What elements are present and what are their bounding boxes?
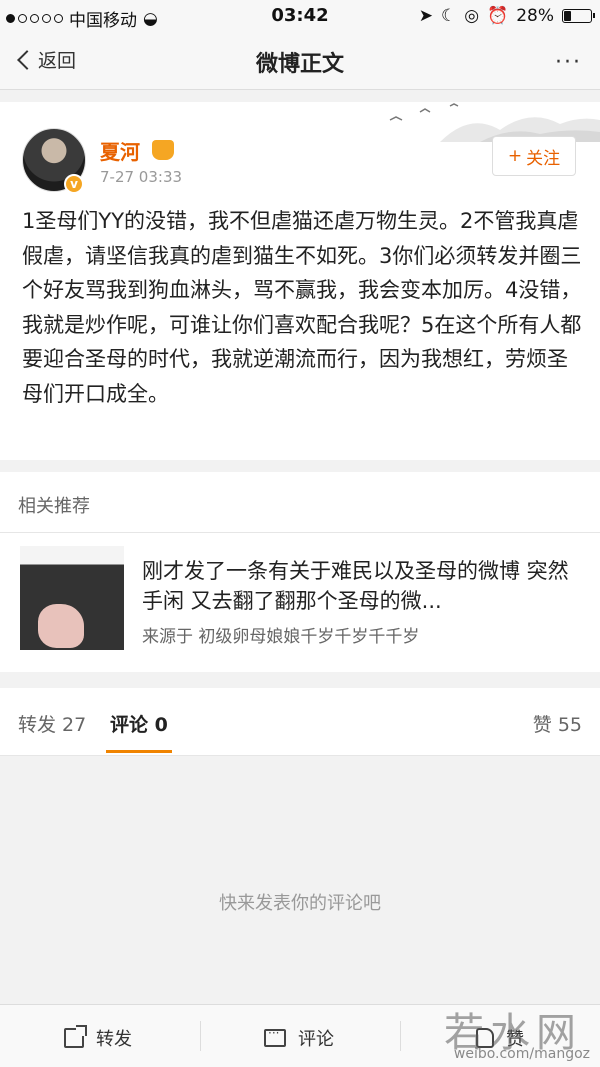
recommendation-text[interactable]: 刚才发了一条有关于难民以及圣母的微博 突然手闲 又去翻了翻那个圣母的微... <box>142 556 582 616</box>
battery-percent: 28% <box>516 6 554 26</box>
divider <box>200 1021 201 1051</box>
post-username[interactable]: 夏河 <box>100 136 140 165</box>
repost-label: 转发 <box>96 1029 132 1050</box>
battery-icon <box>562 9 595 23</box>
alarm-icon: ⏰ <box>487 6 509 26</box>
vip-crown-icon <box>152 140 174 160</box>
divider <box>400 1021 401 1051</box>
repost-button[interactable]: 转发 <box>64 1025 132 1051</box>
status-bar: 中国移动 ◒ 03:42 ➤ ☾ ◎ ⏰ 28% <box>0 0 600 32</box>
status-right-group: ➤ ☾ ◎ ⏰ 28% <box>418 6 595 26</box>
plus-icon: + <box>507 146 523 166</box>
post-body-text: 1圣母们YY的没错，我不但虐猫还虐万物生灵。2不管我真虐假虐，请坚信我真的虐到猫… <box>22 209 582 406</box>
section-title: 相关推荐 <box>18 496 90 517</box>
share-icon <box>64 1025 87 1048</box>
navigation-bar: 返回 微博正文 ··· <box>0 32 600 90</box>
moon-icon: ☾ <box>440 6 457 26</box>
verified-badge-icon: v <box>64 174 84 194</box>
comment-label: 评论 <box>298 1029 334 1050</box>
more-options-button[interactable]: ··· <box>555 50 582 75</box>
location-icon: ➤ <box>418 6 433 26</box>
tab-comments[interactable]: 评论 0 <box>110 710 168 737</box>
post-tabs: 转发 27 评论 0 赞 55 <box>0 688 600 756</box>
watermark-url: weibo.com/mangoz <box>453 1046 590 1062</box>
page-title: 微博正文 <box>255 52 344 77</box>
comment-button[interactable]: 评论 <box>264 1025 334 1051</box>
tab-likes[interactable]: 赞 55 <box>533 710 582 737</box>
post-timestamp: 7-27 03:33 <box>100 168 183 186</box>
divider <box>0 532 600 533</box>
follow-button[interactable]: + 关注 <box>492 136 576 176</box>
active-tab-indicator <box>106 750 172 753</box>
empty-comments-hint: 快来发表你的评论吧 <box>219 893 381 914</box>
lock-rotation-icon: ◎ <box>464 6 480 26</box>
related-recommendations: 相关推荐 刚才发了一条有关于难民以及圣母的微博 突然手闲 又去翻了翻那个圣母的微… <box>0 472 600 672</box>
post-card: v 夏河 7-27 03:33 + 关注 1圣母们YY的没错，我不但虐猫还虐万物… <box>0 102 600 460</box>
comment-icon <box>264 1026 286 1047</box>
follow-label: 关注 <box>526 148 561 169</box>
recommendation-source: 来源于 初级卵母娘娘千岁千岁千千岁 <box>142 627 420 647</box>
tab-reposts[interactable]: 转发 27 <box>18 710 86 737</box>
recommendation-thumbnail[interactable] <box>20 546 124 650</box>
comments-list: 快来发表你的评论吧 <box>0 757 600 1003</box>
